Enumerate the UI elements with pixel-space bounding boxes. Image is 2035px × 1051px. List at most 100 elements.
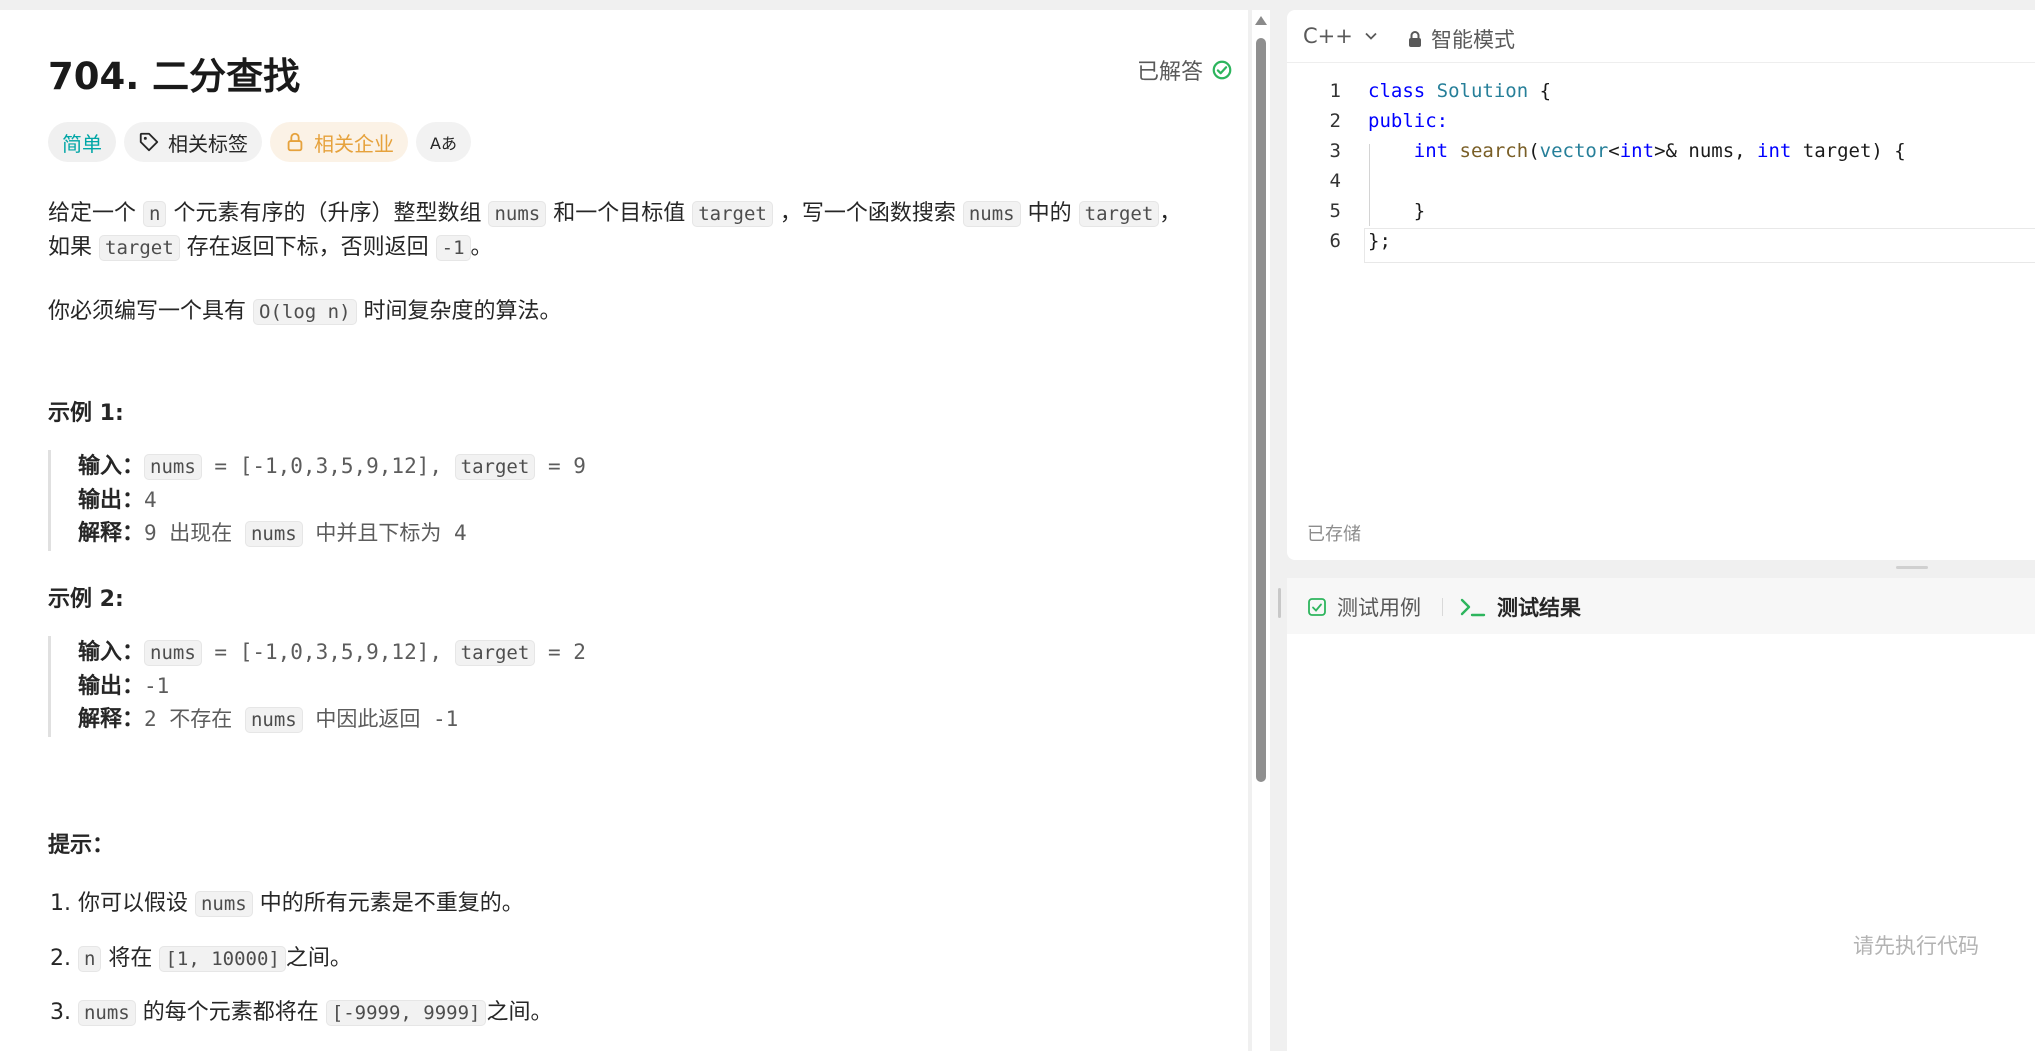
language-select[interactable]: C++: [1303, 24, 1379, 48]
saved-status: 已存储: [1307, 524, 1361, 545]
code-editor-panel: C++ 智能模式 1 class Solution { 2 public: 3 in…: [1287, 10, 2035, 560]
text: 和一个目标值: [546, 201, 693, 226]
scroll-up-arrow-icon[interactable]: [1255, 16, 1267, 25]
text: = [-1,0,3,5,9,12],: [201, 454, 455, 478]
text: 2.: [50, 946, 78, 971]
output-value: 4: [144, 488, 157, 512]
hints-title: 提示：: [48, 833, 115, 858]
text: 个元素有序的（升序）整型数组: [166, 201, 489, 226]
language-label: C++: [1303, 24, 1353, 48]
solved-status[interactable]: 已解答: [1137, 54, 1233, 86]
text: ，: [1159, 201, 1182, 226]
scrollbar-thumb[interactable]: [1256, 38, 1266, 782]
text: 3.: [50, 1000, 78, 1025]
text: = 9: [535, 454, 586, 478]
code-line: 3 int search(vector<int>& nums, int targ…: [1287, 136, 2035, 166]
inline-code: target: [454, 454, 536, 480]
hint-item-1: 1. 你可以假设 nums 中的所有元素是不重复的。: [50, 885, 524, 917]
code-token: Solution: [1436, 80, 1529, 102]
explanation-label: 解释：: [78, 707, 145, 732]
check-circle-icon: [1212, 60, 1232, 80]
panel-resize-grip[interactable]: [1278, 588, 1281, 618]
hint-item-3: 3. nums 的每个元素都将在 [-9999, 9999] 之间。: [50, 994, 552, 1026]
text: 中并且下标为 4: [302, 521, 467, 545]
text: 如果: [48, 235, 99, 260]
text: 你必须编写一个具有: [48, 299, 253, 324]
inline-code: O(log n): [253, 299, 357, 325]
test-panel: 测试用例 测试结果 请先执行代码: [1287, 578, 2035, 1051]
difficulty-badge: 简单: [48, 122, 116, 162]
code-editor[interactable]: 1 class Solution { 2 public: 3 int search(…: [1287, 76, 2035, 256]
code-token: int: [1757, 140, 1792, 162]
text: 之间。: [486, 1000, 553, 1025]
code-token: public:: [1368, 110, 1449, 132]
output-label: 输出：: [78, 674, 145, 699]
inline-code: [-9999, 9999]: [325, 1000, 487, 1026]
translate-button[interactable]: Aあ: [416, 122, 471, 162]
output-value: -1: [144, 674, 170, 698]
code-token: {: [1528, 80, 1552, 102]
tag-row: 简单 相关标签 相关企业 Aあ: [48, 122, 471, 162]
inline-code: target: [454, 640, 536, 666]
lock-icon: [287, 132, 303, 152]
example-1-output: 输出：4: [78, 484, 586, 517]
related-companies-button[interactable]: 相关企业: [270, 122, 408, 162]
line-number: 6: [1329, 230, 1341, 252]
example-2-output: 输出：-1: [78, 670, 586, 703]
line-number: 4: [1329, 170, 1341, 192]
run-code-hint: 请先执行代码: [1853, 934, 1979, 958]
code-line: 6};: [1287, 226, 2035, 256]
example-1-block: 输入： nums = [-1,0,3,5,9,12], target = 9 输出…: [48, 450, 586, 551]
inline-code: nums: [488, 201, 547, 227]
example-2-input: 输入： nums = [-1,0,3,5,9,12], target = 2: [78, 636, 586, 670]
description-line-1: 给定一个 n 个元素有序的（升序）整型数组 nums 和一个目标值 target…: [48, 197, 1181, 231]
input-label: 输入：: [78, 640, 145, 665]
inline-code: target: [1078, 201, 1160, 227]
inline-code: nums: [244, 707, 303, 733]
text: 中的: [1020, 201, 1079, 226]
inline-code: n: [143, 201, 167, 227]
inline-code: target: [99, 235, 180, 261]
related-tags-button[interactable]: 相关标签: [124, 122, 262, 162]
tab-testcases[interactable]: 测试用例: [1307, 592, 1421, 622]
text: 的每个元素都将在: [135, 1000, 326, 1025]
tab-divider: [1442, 598, 1443, 616]
inline-code: nums: [144, 454, 202, 480]
line-number: 1: [1329, 80, 1341, 102]
line-number: 3: [1329, 140, 1341, 162]
example-2-explanation: 解释：2 不存在 nums 中因此返回 -1: [78, 703, 586, 737]
code-token: int: [1619, 140, 1655, 162]
chevron-down-icon: [1365, 32, 1377, 40]
difficulty-label: 简单: [62, 131, 102, 156]
explanation-label: 解释：: [78, 521, 145, 546]
inline-code: [1, 10000]: [159, 946, 286, 972]
checkbox-icon: [1308, 598, 1326, 616]
text: = 2: [535, 640, 586, 664]
code-token: (: [1528, 140, 1540, 162]
text: ，写一个函数搜索: [772, 201, 963, 226]
inline-code: n: [77, 946, 102, 972]
inline-code: nums: [244, 521, 303, 547]
vertical-resize-handle[interactable]: [1896, 566, 1928, 569]
code-token: vector: [1539, 140, 1609, 162]
solved-status-label: 已解答: [1136, 60, 1203, 85]
translate-icon: Aあ: [430, 134, 457, 153]
code-line: 1 class Solution {: [1287, 76, 2035, 106]
tag-icon: [139, 132, 159, 152]
code-line: 2 public:: [1287, 106, 2035, 136]
example-1-explanation: 解释：9 出现在 nums 中并且下标为 4: [78, 517, 586, 551]
text: 给定一个: [48, 201, 143, 226]
inline-code: nums: [962, 201, 1021, 227]
code-token: }: [1368, 200, 1426, 222]
example-2-title: 示例 2:: [48, 587, 124, 612]
related-companies-label: 相关企业: [314, 131, 394, 156]
text: 2 不存在: [144, 707, 245, 731]
tab-results[interactable]: 测试结果: [1459, 592, 1581, 622]
inline-code: nums: [144, 640, 202, 666]
text: = [-1,0,3,5,9,12],: [201, 640, 455, 664]
smart-mode-toggle[interactable]: 智能模式: [1407, 24, 1515, 54]
inline-code: nums: [77, 1000, 136, 1026]
inline-code: target: [692, 201, 773, 227]
code-line: 5 }: [1287, 196, 2035, 226]
code-token: >&: [1654, 140, 1677, 162]
